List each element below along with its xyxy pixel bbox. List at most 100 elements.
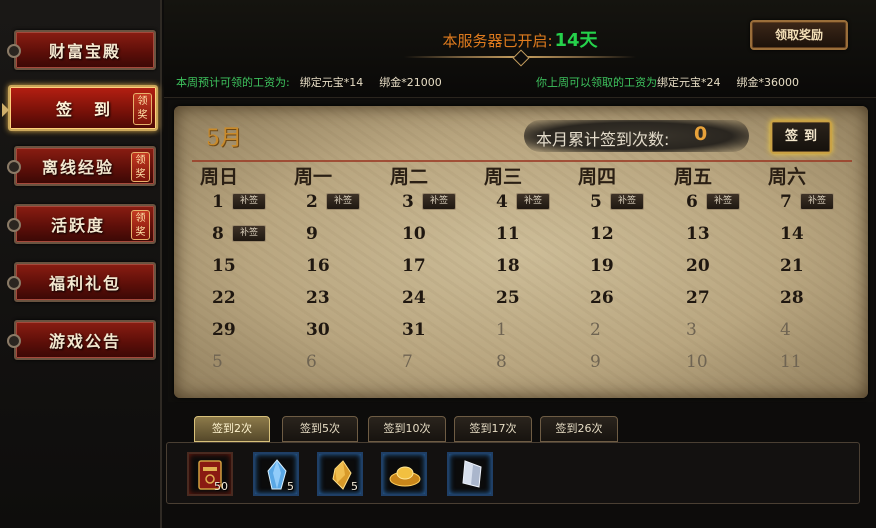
- sidebar-item-offline-exp[interactable]: 离线经验 领奖: [7, 146, 156, 186]
- calendar-day: 6: [686, 192, 698, 212]
- reward-slot[interactable]: 5: [253, 452, 299, 496]
- ornament-icon: [7, 334, 21, 348]
- calendar-day-next-month: 5: [212, 352, 223, 372]
- ornament-icon: [7, 44, 21, 58]
- calendar-day: 4: [496, 192, 508, 212]
- calendar-day-next-month: 3: [686, 320, 697, 340]
- makeup-signin-button[interactable]: 补签: [800, 193, 834, 210]
- last-week-wage: 你上周可以领取的工资为绑定元宝*24 绑金*36000: [536, 74, 799, 90]
- server-open-label: 本服务器已开启:: [442, 32, 553, 50]
- tab-signin-5[interactable]: 签到5次: [282, 416, 358, 442]
- tab-signin-26[interactable]: 签到26次: [540, 416, 618, 442]
- calendar-day-next-month: 2: [590, 320, 601, 340]
- sidebar-item-label: 签到: [55, 100, 132, 119]
- this-week-wage-item1: 绑定元宝*14: [299, 76, 364, 89]
- calendar-day: 20: [686, 256, 710, 276]
- sidebar-item-label: 游戏公告: [48, 332, 121, 351]
- reward-qty: 5: [287, 480, 294, 493]
- weekday-header: 周五: [674, 166, 713, 188]
- weekday-header: 周四: [578, 166, 617, 188]
- calendar-day-next-month: 4: [780, 320, 791, 340]
- calendar-day-next-month: 7: [402, 352, 413, 372]
- tab-signin-2[interactable]: 签到2次: [194, 416, 270, 442]
- calendar-day: 22: [212, 288, 236, 308]
- divider: [404, 56, 636, 58]
- server-days: 14天: [554, 30, 598, 51]
- calendar-day: 19: [590, 256, 614, 276]
- this-week-wage: 本周预计可领的工资为: 绑定元宝*14 绑金*21000: [176, 74, 442, 90]
- weekday-header: 周三: [484, 166, 523, 188]
- tab-signin-17[interactable]: 签到17次: [454, 416, 532, 442]
- calendar-day: 25: [496, 288, 520, 308]
- calendar-day: 15: [212, 256, 236, 276]
- claim-badge: 领奖: [131, 210, 150, 240]
- signin-button[interactable]: 签到: [770, 120, 832, 154]
- this-week-wage-label: 本周预计可领的工资为:: [176, 76, 290, 89]
- makeup-signin-button[interactable]: 补签: [706, 193, 740, 210]
- signin-count-label: 本月累计签到次数:: [536, 130, 670, 149]
- main-panel: 本服务器已开启: 14天 领取奖励 本周预计可领的工资为: 绑定元宝*14 绑金*21…: [164, 0, 876, 528]
- gold-ingot-icon: [389, 466, 421, 487]
- calendar-panel: 5月 本月累计签到次数: 0 签到 周日 周一 周二 周三 周四 周五 周六 1 补签 2 补签 3 补…: [168, 100, 874, 402]
- calendar-day: 18: [496, 256, 520, 276]
- reward-slot[interactable]: [447, 452, 493, 496]
- calendar-day: 14: [780, 224, 804, 244]
- calendar-day: 5: [590, 192, 602, 212]
- calendar-day: 28: [780, 288, 804, 308]
- makeup-signin-button[interactable]: 补签: [232, 193, 266, 210]
- claim-badge: 领奖: [133, 93, 152, 125]
- sidebar-item-welfare-gift[interactable]: 福利礼包: [7, 262, 156, 302]
- calendar-day-next-month: 6: [306, 352, 317, 372]
- calendar-day: 2: [306, 192, 318, 212]
- makeup-signin-button[interactable]: 补签: [610, 193, 644, 210]
- sidebar-item-game-notice[interactable]: 游戏公告: [7, 320, 156, 360]
- reward-qty: 5: [351, 480, 358, 493]
- weekday-header: 周六: [768, 166, 807, 188]
- month-label: 5月: [206, 126, 242, 151]
- last-week-wage-item2: 绑金*36000: [736, 76, 800, 89]
- ornament-icon: [7, 276, 21, 290]
- this-week-wage-item2: 绑金*21000: [379, 76, 442, 89]
- calendar-day: 31: [402, 320, 426, 340]
- sidebar-item-wealth-palace[interactable]: 财富宝殿: [7, 30, 156, 70]
- reward-items: 50 5 5: [166, 442, 860, 504]
- calendar-day: 24: [402, 288, 426, 308]
- last-week-wage-label: 你上周可以领取的工资为: [536, 76, 657, 89]
- calendar-day: 9: [306, 224, 318, 244]
- calendar-day-next-month: 11: [780, 352, 802, 372]
- calendar-parchment: 5月 本月累计签到次数: 0 签到 周日 周一 周二 周三 周四 周五 周六 1 补签 2 补签 3 补…: [174, 106, 868, 398]
- sidebar-item-label: 财富宝殿: [48, 42, 121, 61]
- makeup-signin-button[interactable]: 补签: [516, 193, 550, 210]
- sidebar: 财富宝殿 签到 领奖 离线经验 领奖 活跃度 领奖 福利礼包 游戏公告: [0, 0, 162, 528]
- reward-slot[interactable]: 50: [187, 452, 233, 496]
- sidebar-item-label: 离线经验: [41, 158, 114, 177]
- weekday-header: 周一: [294, 166, 333, 188]
- calendar-day: 12: [590, 224, 614, 244]
- calendar-day: 17: [402, 256, 426, 276]
- calendar-day: 1: [212, 192, 224, 212]
- sidebar-item-signin[interactable]: 签到 领奖: [8, 85, 158, 131]
- reward-slot[interactable]: 5: [317, 452, 363, 496]
- calendar-day-next-month: 8: [496, 352, 507, 372]
- sidebar-item-label: 活跃度: [50, 216, 105, 235]
- reward-slot[interactable]: [381, 452, 427, 496]
- white-crystal-icon: [462, 460, 482, 488]
- calendar-day: 26: [590, 288, 614, 308]
- tab-signin-10[interactable]: 签到10次: [368, 416, 446, 442]
- signin-count-box: 本月累计签到次数: 0: [524, 120, 749, 152]
- ornament-icon: [7, 160, 21, 174]
- calendar-day: 7: [780, 192, 792, 212]
- claim-badge: 领奖: [131, 152, 150, 182]
- calendar-day: 11: [496, 224, 520, 244]
- claim-reward-button[interactable]: 领取奖励: [750, 20, 848, 50]
- calendar-day-next-month: 1: [496, 320, 507, 340]
- makeup-signin-button[interactable]: 补签: [422, 193, 456, 210]
- header: 本服务器已开启: 14天 领取奖励 本周预计可领的工资为: 绑定元宝*14 绑金*21…: [164, 0, 876, 98]
- calendar-day: 10: [402, 224, 426, 244]
- makeup-signin-button[interactable]: 补签: [326, 193, 360, 210]
- calendar-day: 3: [402, 192, 414, 212]
- makeup-signin-button[interactable]: 补签: [232, 225, 266, 242]
- weekday-header: 周二: [390, 166, 429, 188]
- calendar-day: 16: [306, 256, 330, 276]
- sidebar-item-activity[interactable]: 活跃度 领奖: [7, 204, 156, 244]
